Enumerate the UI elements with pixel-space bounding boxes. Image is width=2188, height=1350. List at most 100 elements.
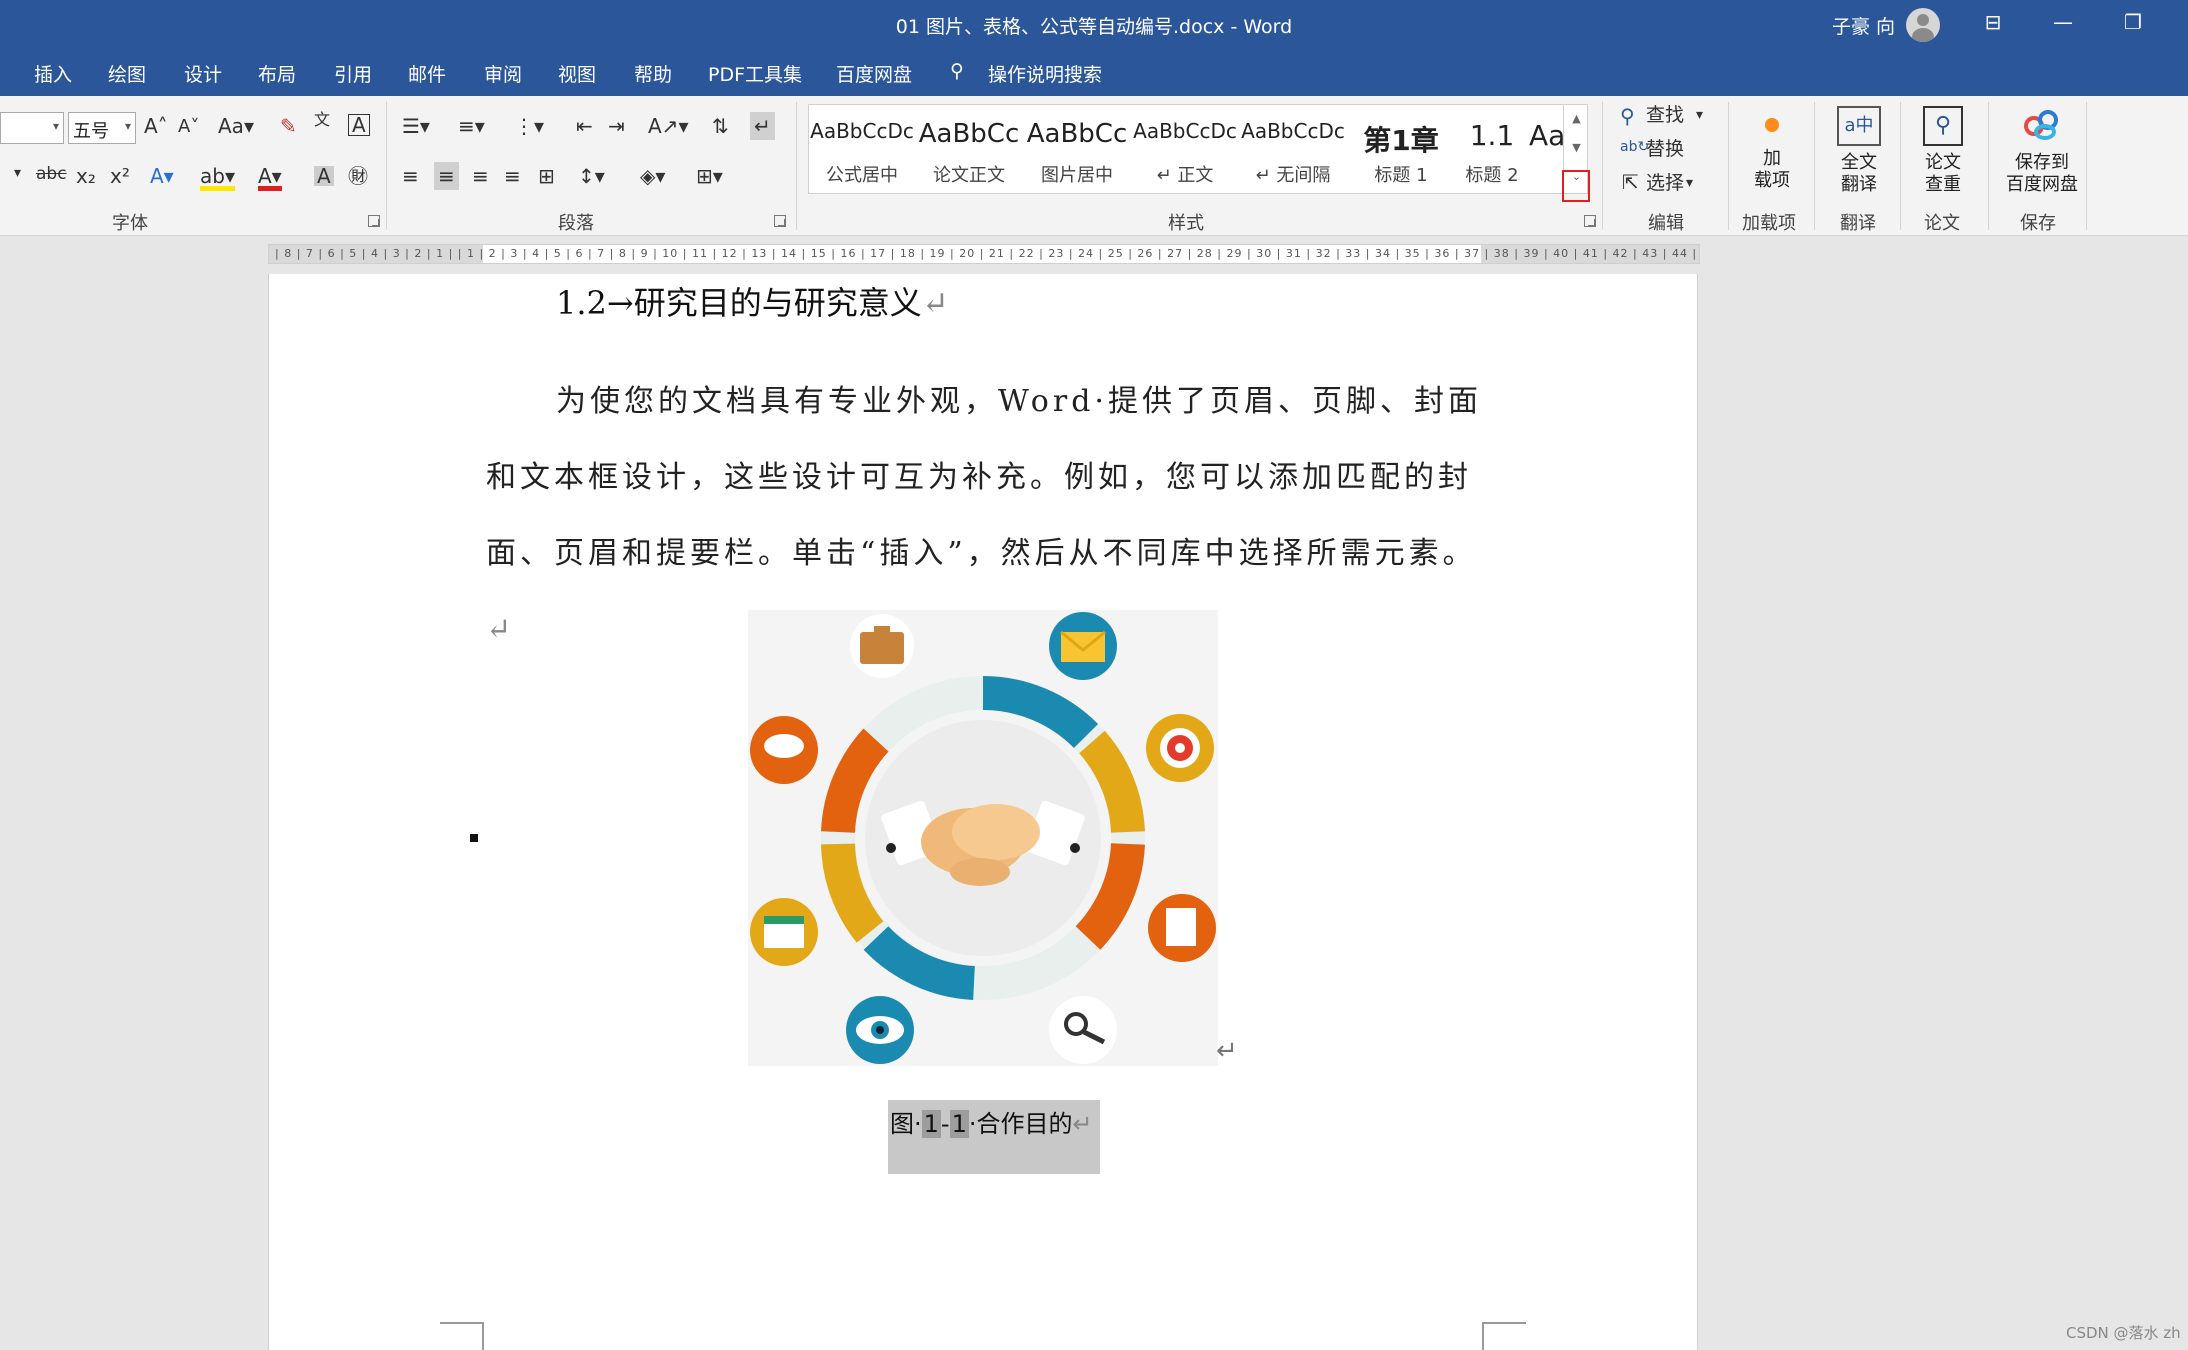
title-bar: 01 图片、表格、公式等自动编号.docx - Word 子豪 向 ⊟ — ❐ [0, 0, 2188, 50]
section-heading[interactable]: 1.2→研究目的与研究意义↵ [556, 278, 949, 324]
chevron-down-icon[interactable]: ▾ [14, 166, 21, 180]
group-divider [796, 102, 797, 230]
paragraph-mark: ↵ [921, 284, 949, 322]
align-right-icon[interactable]: ≡ [472, 166, 489, 186]
paragraph-group-label: 段落 [558, 213, 594, 234]
chevron-down-icon: ▾ [52, 119, 59, 133]
multilevel-list-icon[interactable]: ⋮▾ [514, 116, 544, 136]
magnifier-doc-icon: ⚲ [1923, 106, 1963, 146]
restore-icon[interactable]: ❐ [2118, 10, 2148, 34]
chevron-down-icon[interactable]: ▾ [1696, 108, 1703, 122]
align-center-icon[interactable]: ≡ [434, 162, 459, 190]
ribbon-display-options-icon[interactable]: ⊟ [1978, 10, 2008, 34]
cooperation-image[interactable] [748, 610, 1218, 1066]
borders-icon[interactable]: ⊞▾ [696, 166, 723, 186]
text-effects-icon[interactable]: A▾ [150, 166, 174, 186]
style-no-spacing[interactable]: AaBbCcDc ↵ 无间隔 [1239, 105, 1347, 193]
grow-font-icon[interactable]: A˄ [144, 116, 168, 136]
increase-indent-icon[interactable]: ⇥ [608, 116, 625, 136]
text-direction-icon[interactable]: A↗▾ [648, 116, 688, 136]
style-formula-center[interactable]: AaBbCcDc 公式居中 [809, 105, 915, 193]
group-divider [386, 102, 387, 230]
caption-text: ·合作目的 [968, 1110, 1073, 1138]
style-thesis-body[interactable]: AaBbCc 论文正文 [915, 105, 1023, 193]
line-spacing-icon[interactable]: ↕▾ [578, 166, 605, 186]
chevron-down-icon[interactable]: ▾ [1686, 176, 1693, 190]
bullets-icon[interactable]: ☰▾ [402, 116, 430, 136]
shrink-font-icon[interactable]: A˅ [178, 118, 199, 136]
style-name: 论文正文 [933, 165, 1005, 186]
thesis-label-1: 论文 [1925, 152, 1961, 173]
tab-references[interactable]: 引用 [334, 60, 372, 87]
enclose-characters-icon[interactable]: ㊖ [348, 166, 368, 186]
select-button[interactable]: 选择 [1646, 174, 1684, 193]
tab-insert[interactable]: 插入 [34, 60, 72, 87]
tab-design[interactable]: 设计 [184, 60, 222, 87]
styles-group-label: 样式 [1168, 213, 1204, 234]
numbering-icon[interactable]: ≡▾ [458, 116, 485, 136]
decrease-indent-icon[interactable]: ⇤ [576, 116, 593, 136]
user-name[interactable]: 子豪 向 [1832, 12, 1895, 39]
clear-formatting-icon[interactable]: ✎ [280, 116, 297, 136]
font-dialog-launcher-icon[interactable] [368, 215, 380, 227]
style-image-center[interactable]: AaBbCc 图片居中 [1023, 105, 1131, 193]
tab-mailings[interactable]: 邮件 [408, 60, 446, 87]
replace-button[interactable]: 替换 [1646, 140, 1684, 159]
style-sample: 1.1 [1469, 119, 1515, 152]
editing-group-label: 编辑 [1648, 213, 1684, 234]
full-translate-button[interactable]: a中 全文 翻译 [1828, 106, 1890, 196]
font-color-icon[interactable]: A▾ [258, 166, 282, 191]
tab-view[interactable]: 视图 [558, 60, 596, 87]
horizontal-ruler[interactable]: | 8 | 7 | 6 | 5 | 4 | 3 | 2 | 1 | | 1 | … [268, 244, 1700, 264]
font-name-combo[interactable]: ▾ [0, 112, 64, 144]
style-heading-1[interactable]: 第1章 标题 1 [1347, 105, 1455, 193]
save-to-baidu-button[interactable]: 保存到 百度网盘 [1994, 106, 2090, 196]
style-sample: AaBbCcDc [1241, 119, 1345, 143]
sort-icon[interactable]: ⇅ [712, 116, 729, 136]
tab-baidu-netdisk[interactable]: 百度网盘 [836, 60, 912, 87]
caption-figure-number[interactable]: 1 [949, 1110, 969, 1138]
style-heading-2[interactable]: 1.1 标题 2 [1455, 105, 1529, 193]
superscript-icon[interactable]: x² [110, 166, 130, 186]
highlight-color-icon[interactable]: ab▾ [200, 166, 235, 191]
paragraph-dialog-launcher-icon[interactable] [774, 215, 786, 227]
avatar[interactable] [1906, 8, 1940, 42]
highlight-box [1562, 170, 1590, 202]
tab-pdf-tools[interactable]: PDF工具集 [708, 60, 802, 87]
margin-corner-mark [440, 1322, 484, 1350]
tab-layout[interactable]: 布局 [258, 60, 296, 87]
tab-review[interactable]: 审阅 [484, 60, 522, 87]
shading-icon[interactable]: ◈▾ [640, 166, 665, 186]
font-size-combo[interactable]: 五号 ▾ [68, 112, 136, 144]
thesis-check-button[interactable]: ⚲ 论文 查重 [1912, 106, 1974, 196]
phonetic-guide-icon[interactable]: 文 [314, 112, 330, 128]
subscript-icon[interactable]: x₂ [76, 166, 96, 186]
style-sample: 第1章 [1363, 124, 1439, 157]
translate-label-2: 翻译 [1841, 174, 1877, 195]
addins-button[interactable]: 加 载项 [1744, 112, 1800, 192]
tell-me-search[interactable]: 操作说明搜索 [988, 60, 1102, 87]
figure-caption[interactable]: 图·1-1·合作目的↵ [888, 1100, 1095, 1143]
minimize-icon[interactable]: — [2048, 10, 2078, 34]
styles-dialog-launcher-icon[interactable] [1584, 215, 1596, 227]
justify-icon[interactable]: ≡ [504, 166, 521, 186]
scroll-up-icon[interactable]: ▲ [1564, 104, 1589, 133]
change-case-icon[interactable]: Aa▾ [218, 116, 254, 136]
tab-draw[interactable]: 绘图 [108, 60, 146, 87]
style-title[interactable]: Aa [1529, 105, 1563, 193]
scroll-down-icon[interactable]: ▼ [1564, 133, 1589, 162]
show-formatting-marks-icon[interactable]: ↵ [750, 112, 775, 140]
heading-text: 1.2→研究目的与研究意义 [556, 284, 922, 322]
caption-chapter-number[interactable]: 1 [921, 1110, 941, 1138]
distributed-icon[interactable]: ⊞ [538, 166, 555, 186]
tab-help[interactable]: 帮助 [634, 60, 672, 87]
find-button[interactable]: 查找 [1646, 106, 1684, 125]
character-border-icon[interactable]: A [348, 114, 370, 136]
style-name: ↵ 正文 [1156, 165, 1214, 186]
align-left-icon[interactable]: ≡ [402, 166, 419, 186]
strikethrough-icon[interactable]: abc [36, 166, 67, 183]
style-normal[interactable]: AaBbCcDc ↵ 正文 [1131, 105, 1239, 193]
character-shading-icon[interactable]: A [314, 166, 334, 186]
addins-label-1: 加 [1763, 148, 1781, 169]
anchor-marker [470, 834, 478, 842]
